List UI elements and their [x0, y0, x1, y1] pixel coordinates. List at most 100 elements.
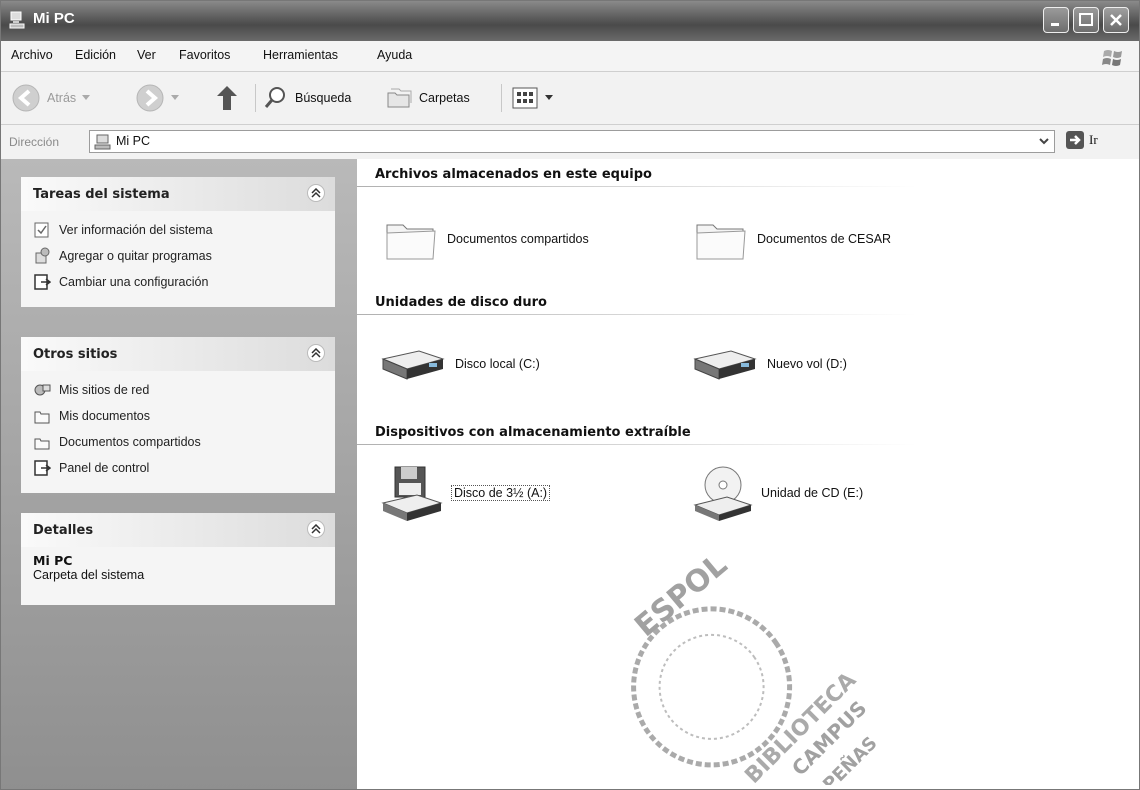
item-cd-drive-e[interactable]: Unidad de CD (E:): [691, 463, 863, 523]
other-places-header[interactable]: Otros sitios: [21, 337, 335, 371]
item-label: Unidad de CD (E:): [761, 486, 864, 500]
task-view-system-info[interactable]: Ver información del sistema: [33, 217, 323, 243]
task-label: Cambiar una configuración: [59, 275, 209, 289]
address-value: Mi PC: [116, 134, 151, 148]
cd-drive-icon: [693, 466, 753, 521]
folders-icon: [387, 88, 412, 108]
chevron-down-icon[interactable]: [1036, 133, 1052, 150]
folder-icon: [34, 411, 50, 424]
computer-icon: [9, 11, 25, 29]
chevron-down-icon: [171, 95, 179, 100]
item-new-volume-d[interactable]: Nuevo vol (D:): [691, 347, 847, 381]
item-label: Disco local (C:): [455, 357, 540, 371]
folders-button[interactable]: Carpetas: [385, 82, 470, 114]
maximize-button[interactable]: [1073, 7, 1099, 33]
window-title: Mi PC: [33, 10, 75, 27]
task-add-remove-programs[interactable]: Agregar o quitar programas: [33, 243, 323, 269]
chevron-down-icon: [82, 95, 91, 100]
library-stamp: ESPOL BIBLIOTECA CAMPUS PEÑAS: [628, 555, 881, 785]
menu-bar: Archivo Edición Ver Favoritos Herramient…: [1, 41, 1139, 72]
explorer-window: Mi PC Archivo Edición Ver Favoritos Herr…: [0, 0, 1140, 790]
collapse-button[interactable]: [307, 520, 325, 538]
place-my-documents[interactable]: Mis documentos: [33, 403, 323, 429]
windows-logo-icon: [1102, 50, 1122, 66]
toolbar: Atrás Búsqueda Carpetas: [1, 72, 1139, 125]
item-local-disk-c[interactable]: Disco local (C:): [379, 347, 540, 381]
up-arrow-icon: [217, 86, 237, 110]
detail-name: Mi PC: [33, 553, 73, 568]
double-chevron-up-icon: [311, 188, 321, 198]
group-header-stored-files: Archivos almacenados en este equipo: [375, 167, 652, 182]
up-folder-button[interactable]: [213, 82, 241, 114]
panel-title: Detalles: [33, 523, 94, 538]
go-button[interactable]: Ir: [1065, 130, 1098, 150]
panel-title: Otros sitios: [33, 347, 118, 362]
place-label: Documentos compartidos: [59, 435, 201, 449]
go-arrow-icon: [1066, 131, 1084, 149]
group-divider: [357, 314, 917, 315]
toolbar-separator: [255, 84, 256, 112]
menu-ver[interactable]: Ver: [137, 48, 156, 62]
close-icon: [1110, 14, 1122, 26]
back-label: Atrás: [47, 91, 77, 105]
item-cesar-documents[interactable]: Documentos de CESAR: [693, 215, 891, 263]
folder-icon: [696, 224, 746, 260]
menu-edicion[interactable]: Edición: [75, 48, 116, 62]
system-info-icon: [34, 222, 49, 238]
minimize-button[interactable]: [1043, 7, 1069, 33]
menu-archivo[interactable]: Archivo: [11, 48, 53, 62]
place-network[interactable]: Mis sitios de red: [33, 377, 323, 403]
other-places-panel: Otros sitios Mis sitios de red Mis docum…: [21, 337, 335, 493]
maximize-icon: [1079, 13, 1093, 26]
place-shared-documents[interactable]: Documentos compartidos: [33, 429, 323, 455]
control-panel-icon: [34, 274, 51, 290]
title-bar[interactable]: Mi PC: [1, 1, 1139, 41]
chevron-down-icon: [545, 95, 553, 100]
details-header[interactable]: Detalles: [21, 513, 335, 547]
item-label: Nuevo vol (D:): [767, 357, 847, 371]
double-chevron-up-icon: [311, 348, 321, 358]
item-floppy-a[interactable]: Disco de 3½ (A:): [381, 463, 551, 523]
search-label: Búsqueda: [295, 91, 352, 105]
task-change-setting[interactable]: Cambiar una configuración: [33, 269, 323, 295]
system-tasks-panel: Tareas del sistema Ver información del s…: [21, 177, 335, 307]
hard-drive-icon: [693, 350, 757, 380]
system-tasks-header[interactable]: Tareas del sistema: [21, 177, 335, 211]
close-button[interactable]: [1103, 7, 1129, 33]
network-places-icon: [34, 384, 51, 396]
search-button[interactable]: Búsqueda: [263, 82, 351, 114]
toolbar-separator: [501, 84, 502, 112]
place-label: Mis documentos: [59, 409, 151, 423]
address-bar: Dirección Mi PC Ir: [1, 125, 1139, 160]
back-arrow-icon: [12, 84, 40, 112]
group-header-removable: Dispositivos con almacenamiento extraíbl…: [375, 425, 691, 440]
forward-button[interactable]: [135, 82, 179, 114]
group-divider: [357, 186, 917, 187]
place-control-panel[interactable]: Panel de control: [33, 455, 323, 481]
address-input[interactable]: Mi PC: [89, 130, 1055, 153]
add-remove-programs-icon: [35, 247, 50, 264]
views-button[interactable]: [511, 82, 553, 114]
search-icon: [264, 87, 285, 108]
panel-title: Tareas del sistema: [33, 187, 170, 202]
task-label: Agregar o quitar programas: [59, 249, 212, 263]
menu-favoritos[interactable]: Favoritos: [179, 48, 230, 62]
views-grid-icon: [512, 87, 538, 109]
collapse-button[interactable]: [307, 184, 325, 202]
computer-icon: [94, 134, 111, 150]
item-shared-documents[interactable]: Documentos compartidos: [383, 215, 589, 263]
collapse-button[interactable]: [307, 344, 325, 362]
address-label: Dirección: [9, 135, 60, 149]
double-chevron-up-icon: [311, 524, 321, 534]
group-divider: [357, 444, 917, 445]
stamp-text: ESPOL: [628, 555, 734, 644]
place-label: Mis sitios de red: [59, 383, 150, 397]
back-button[interactable]: Atrás: [11, 82, 91, 114]
menu-herramientas[interactable]: Herramientas: [263, 48, 338, 62]
folder-icon: [34, 438, 50, 450]
details-panel: Detalles Mi PC Carpeta del sistema: [21, 513, 335, 605]
go-label: Ir: [1089, 132, 1098, 147]
minimize-icon: [1051, 23, 1059, 26]
menu-ayuda[interactable]: Ayuda: [377, 48, 412, 62]
task-pane: Tareas del sistema Ver información del s…: [1, 159, 357, 789]
